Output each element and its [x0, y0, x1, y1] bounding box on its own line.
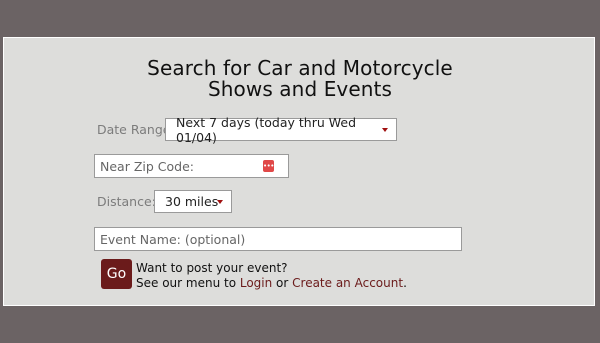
message-line-2: See our menu to Login or Create an Accou…: [136, 276, 407, 291]
chevron-down-icon: [382, 128, 388, 132]
chevron-down-icon: [217, 200, 223, 204]
distance-label: Distance:: [97, 194, 156, 209]
title-line-1: Search for Car and Motorcycle: [147, 56, 453, 80]
post-event-message: Want to post your event? See our menu to…: [136, 261, 407, 291]
event-name-placeholder: Event Name: (optional): [100, 231, 246, 247]
date-range-value: Next 7 days (today thru Wed 01/04): [176, 114, 356, 145]
event-name-input[interactable]: Event Name: (optional): [94, 227, 462, 251]
page-title: Search for Car and Motorcycle Shows and …: [4, 58, 596, 100]
message-end: .: [403, 276, 407, 290]
message-line-1: Want to post your event?: [136, 261, 288, 275]
message-prefix: See our menu to: [136, 276, 240, 290]
title-line-2: Shows and Events: [207, 77, 393, 101]
create-account-link[interactable]: Create an Account: [292, 276, 403, 290]
zip-code-input[interactable]: Near Zip Code: •••: [94, 154, 289, 178]
search-panel: Search for Car and Motorcycle Shows and …: [3, 37, 595, 306]
date-range-label: Date Range:: [97, 122, 175, 137]
go-button[interactable]: Go: [101, 259, 132, 289]
zip-code-placeholder: Near Zip Code:: [100, 158, 194, 174]
date-range-select[interactable]: Next 7 days (today thru Wed 01/04): [165, 115, 397, 145]
distance-select[interactable]: 30 miles: [154, 190, 232, 213]
message-or: or: [272, 276, 293, 290]
distance-value: 30 miles: [165, 194, 219, 209]
password-manager-icon[interactable]: •••: [263, 160, 274, 172]
login-link[interactable]: Login: [240, 276, 272, 290]
